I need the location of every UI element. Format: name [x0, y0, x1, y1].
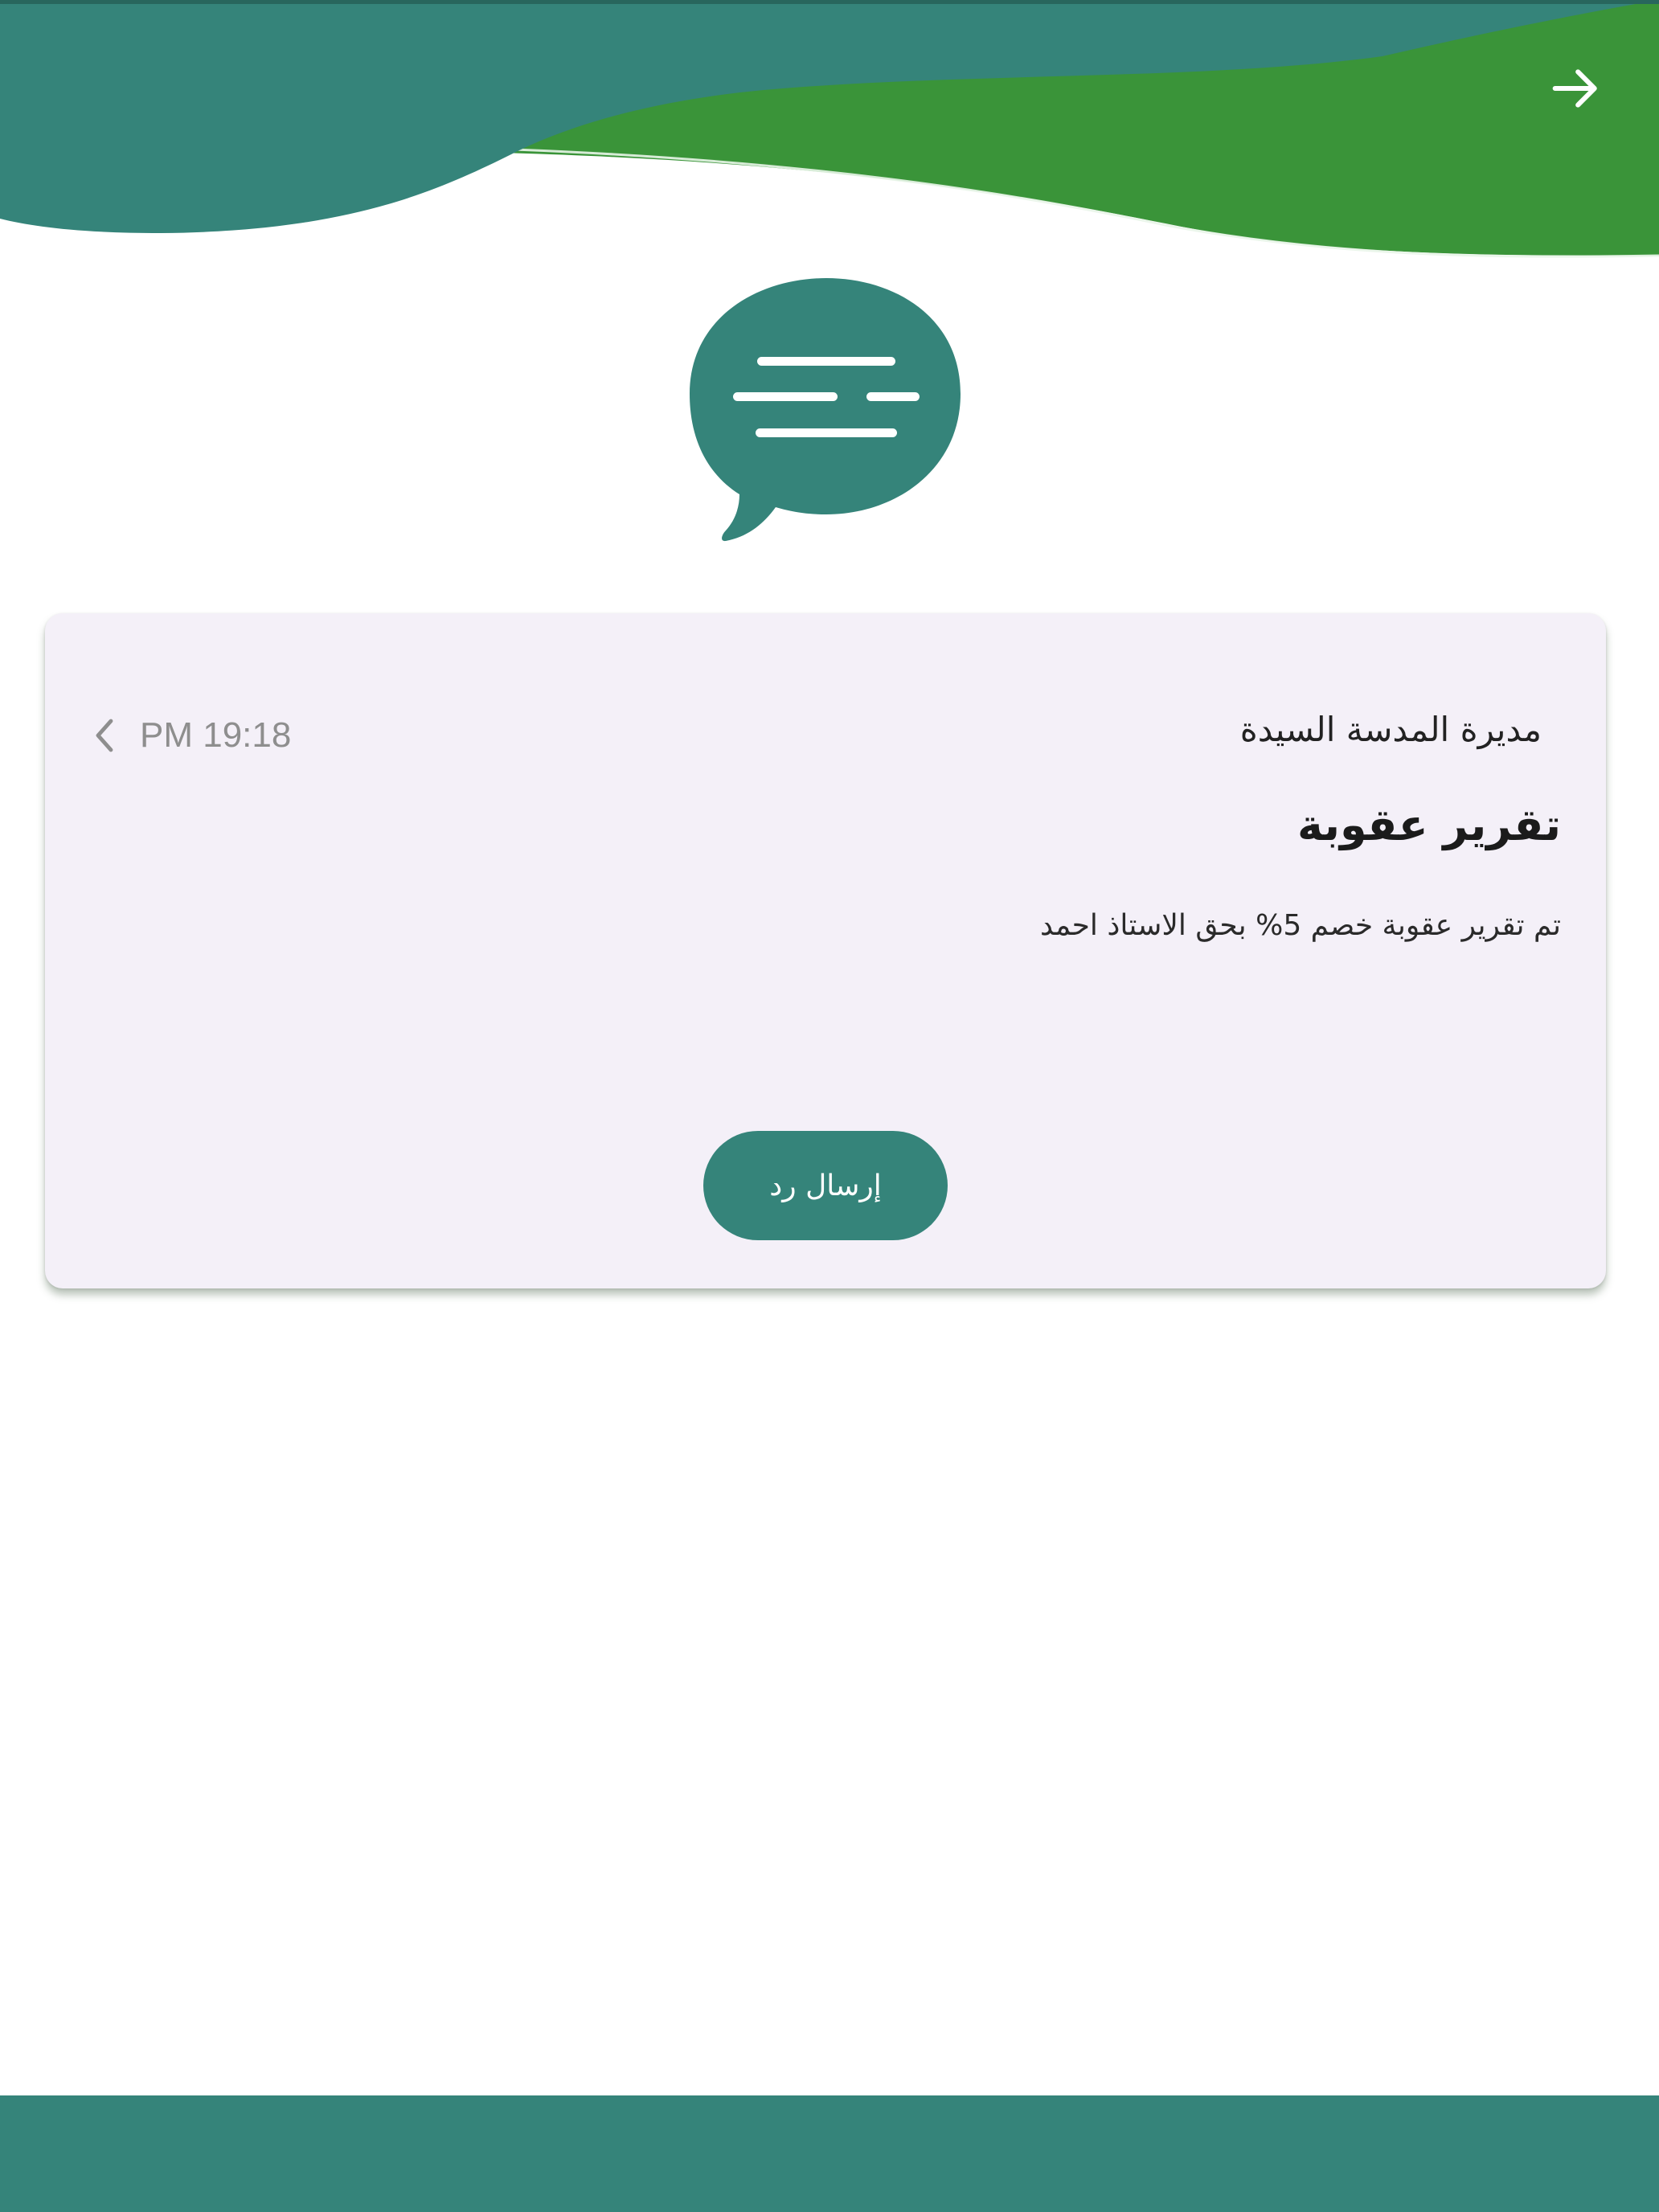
arrow-right-icon: [1552, 69, 1597, 108]
message-time: PM 19:18: [140, 715, 292, 755]
message-card: مديرة المدسة السيدة PM 19:18 تقرير عقوبة…: [45, 613, 1606, 1288]
expand-toggle[interactable]: PM 19:18: [92, 713, 291, 758]
header-wave: [0, 0, 1659, 258]
message-body: تم تقرير عقوبة خصم 5% بحق الاستاذ احمد: [1039, 909, 1561, 942]
bottom-bar: [0, 2095, 1659, 2212]
chat-bubble-icon: [690, 278, 961, 542]
back-button[interactable]: [1527, 40, 1624, 137]
message-title: تقرير عقوبة: [1296, 800, 1561, 850]
send-reply-button[interactable]: إرسال رد: [703, 1131, 948, 1240]
sender-name: مديرة المدسة السيدة: [1239, 710, 1542, 749]
chevron-left-icon: [96, 719, 113, 752]
